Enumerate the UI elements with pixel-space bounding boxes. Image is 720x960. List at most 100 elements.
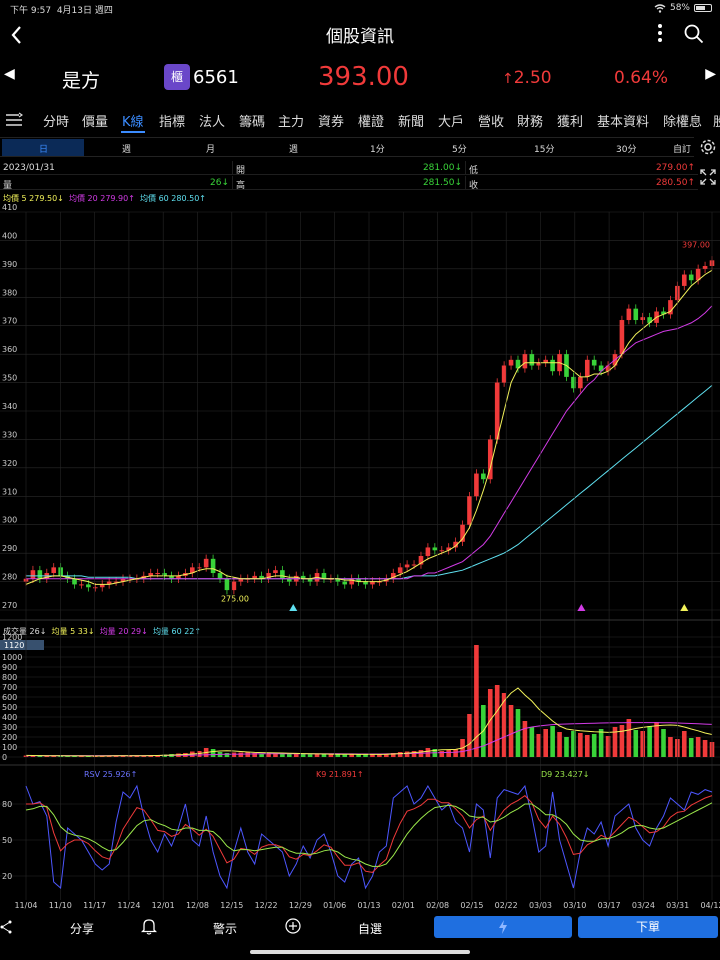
price-tick-label: 400 [2,231,17,240]
volume-tick-label: 500 [2,703,17,712]
date-tick-label: 12/15 [220,901,243,910]
price-tick-label: 390 [2,260,17,269]
more-menu-icon[interactable] [658,24,664,44]
home-indicator [250,950,470,954]
candle-body [155,573,160,575]
volume-bar [647,726,652,757]
candle-body [584,359,590,377]
tab-margin[interactable]: 資券 [318,111,344,130]
info-vol-cell: 量 26↓ [0,176,232,191]
share-icon[interactable] [0,920,12,934]
candle-body [675,285,680,301]
price-change: ↑2.50 [502,68,552,88]
candle-body [203,558,209,568]
search-icon[interactable] [684,24,704,44]
price-tick-label: 290 [2,544,17,553]
volume-bar [668,737,673,757]
high-price-label: 397.00 [682,241,710,250]
tab-main-force[interactable]: 主力 [278,111,304,130]
volume-bar [598,729,604,757]
tab-warrants[interactable]: 權證 [358,111,384,130]
alert-button[interactable]: 警示 [213,920,237,937]
candle-body [224,578,230,591]
period-week-alt[interactable]: 週 [289,142,298,155]
volume-bar [702,740,708,757]
candle-body [508,359,514,366]
page-title: 個股資訊 [326,27,394,47]
volume-bar [633,730,639,757]
tab-news[interactable]: 新聞 [398,111,424,130]
date-tick-label: 03/03 [529,901,552,910]
tab-chips[interactable]: 籌碼 [239,111,265,130]
tab-more[interactable]: 股 [713,111,720,130]
price-tick-label: 410 [2,203,17,212]
period-30min[interactable]: 30分 [616,142,636,155]
volume-tick-label: 400 [2,713,17,722]
info-open-label: 開 [236,166,246,176]
date-tick-label: 02/08 [426,901,449,910]
candle-body [591,359,597,366]
period-week[interactable]: 週 [122,142,131,155]
info-low-cell: 低 279.00↑ [465,161,698,176]
period-custom[interactable]: 自訂 [673,142,691,155]
bell-icon[interactable] [141,918,157,935]
order-button[interactable]: 下單 [578,916,718,938]
stock-price: 393.00 [318,62,409,92]
candle-body [231,581,237,591]
tab-price-volume[interactable]: 價量 [82,111,108,130]
date-tick-label: 02/15 [460,901,483,910]
period-1min[interactable]: 1分 [370,142,385,155]
volume-bar [238,752,244,757]
wifi-icon [654,3,666,13]
ma-signal-marker [577,604,586,611]
status-time: 下午 9:57 [10,6,52,16]
watchlist-button[interactable]: 自選 [358,920,382,937]
volume-bar [293,753,299,757]
tab-institutional[interactable]: 法人 [199,111,225,130]
menu-list-icon[interactable] [5,112,23,128]
tab-kline[interactable]: K線 [122,111,144,130]
volume-bar [453,749,458,757]
date-tick-label: 03/10 [563,901,586,910]
volume-bar [404,751,410,757]
tab-revenue[interactable]: 營收 [478,111,504,130]
tab-dividends[interactable]: 除權息 [663,111,702,130]
info-vol-label: 量 [3,181,13,191]
candle-body [411,564,417,566]
volume-bar [210,749,216,757]
quote-row: ◀ 是方 櫃 6561 393.00 ↑2.50 0.64% ▶ [0,58,720,98]
tab-profit[interactable]: 獲利 [557,111,583,130]
stock-chart[interactable]: 270 280 290 300 310 320 330 340 350 360 370 380 390 4… [0,200,720,910]
tab-indicators[interactable]: 指標 [159,111,185,130]
period-5min[interactable]: 5分 [452,142,467,155]
date-tick-label: 01/13 [357,901,380,910]
candle-body [529,354,535,366]
volume-bar [231,752,237,757]
expand-icon[interactable] [699,168,717,186]
share-button[interactable]: 分享 [70,920,94,937]
period-month[interactable]: 月 [206,142,215,155]
candle-body [688,274,694,281]
info-close-cell: 收 280.50↑ [465,176,698,191]
period-day[interactable]: 日 [39,142,48,155]
prev-stock-icon[interactable]: ◀ [4,66,15,82]
period-15min[interactable]: 15分 [534,142,554,155]
tab-intraday[interactable]: 分時 [43,111,69,130]
next-stock-icon[interactable]: ▶ [705,66,716,82]
info-close-label: 收 [469,181,479,191]
info-low-label: 低 [469,166,479,176]
tab-fundamentals[interactable]: 基本資料 [597,111,649,130]
lightning-button[interactable] [434,916,572,938]
candle-body [681,274,687,286]
tab-financials[interactable]: 財務 [517,111,543,130]
price-tick-label: 370 [2,317,17,326]
volume-bar [439,751,445,757]
candle-body [92,587,98,589]
volume-tick-label: 900 [2,663,17,672]
tab-major-holders[interactable]: 大戶 [438,111,464,130]
add-circle-icon[interactable] [285,918,301,934]
lightning-icon [499,920,507,934]
status-date: 4月13日 週四 [56,6,113,16]
candle-body [626,308,632,321]
settings-gear-icon[interactable] [699,138,717,156]
